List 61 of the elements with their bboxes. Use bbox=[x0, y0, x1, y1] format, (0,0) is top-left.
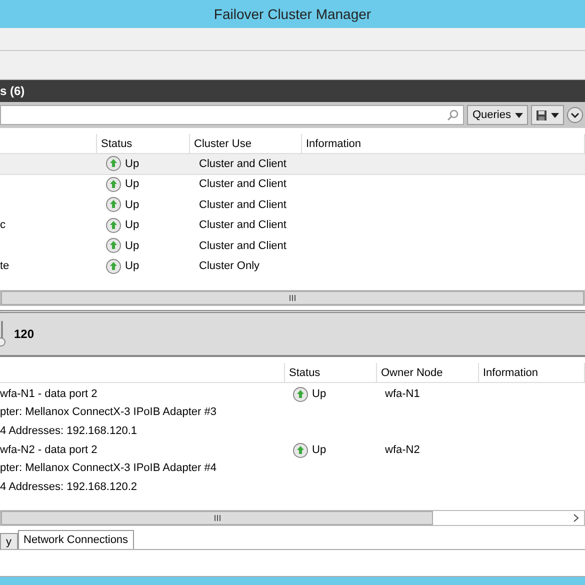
horizontal-scrollbar[interactable] bbox=[0, 510, 585, 526]
search-icon bbox=[447, 109, 460, 121]
caret-icon bbox=[515, 112, 523, 118]
network-name: wfa-N2 - data port 2 bbox=[0, 443, 98, 458]
queries-button[interactable]: Queries bbox=[467, 105, 528, 125]
network-name: te bbox=[0, 260, 10, 272]
status-up-icon bbox=[106, 218, 121, 233]
network-name: wfa-N1 - data port 2 bbox=[0, 387, 98, 402]
status-text: Up bbox=[312, 444, 326, 456]
status-text: Up bbox=[125, 240, 140, 252]
tab[interactable]: y bbox=[0, 533, 18, 549]
status-up-icon bbox=[106, 258, 121, 274]
column-header[interactable]: Status bbox=[285, 363, 377, 383]
expand-button[interactable] bbox=[567, 107, 583, 123]
column-header[interactable]: Owner Node bbox=[377, 363, 479, 383]
status-up-icon bbox=[106, 197, 121, 212]
column-header[interactable]: Status bbox=[97, 134, 190, 154]
addresses-text: 4 Addresses: 192.168.120.1 bbox=[0, 424, 138, 439]
status-text: Up bbox=[312, 388, 326, 400]
adapter-text: pter: Mellanox ConnectX-3 IPoIB Adapter #4 bbox=[0, 461, 218, 476]
status-text: Up bbox=[125, 178, 140, 190]
status-up-icon bbox=[106, 176, 121, 192]
addresses-text: 4 Addresses: 192.168.120.2 bbox=[0, 480, 138, 495]
column-header[interactable]: Information bbox=[479, 363, 585, 383]
cluster-use-text: Cluster and Client bbox=[199, 240, 286, 252]
column-header[interactable]: Information bbox=[302, 134, 585, 154]
network-name: c bbox=[0, 219, 6, 232]
grip-icon bbox=[289, 295, 296, 301]
table-row[interactable]: Up Cluster and Client bbox=[0, 174, 585, 195]
cluster-use-text: Cluster and Client bbox=[199, 178, 286, 190]
status-up-icon bbox=[293, 442, 308, 458]
chevron-down-icon bbox=[571, 112, 579, 118]
column-header[interactable]: Cluster Use bbox=[190, 134, 302, 154]
column-header[interactable] bbox=[0, 134, 97, 154]
window-title: Failover Cluster Manager bbox=[214, 6, 372, 22]
owner-node-label: wfa-N2 bbox=[385, 444, 420, 456]
scroll-right-icon[interactable] bbox=[572, 514, 580, 522]
status-up-icon bbox=[106, 156, 121, 172]
search-field[interactable] bbox=[0, 105, 464, 125]
table-row[interactable]: Up Cluster and Client bbox=[0, 154, 585, 174]
save-icon bbox=[536, 110, 547, 120]
cluster-use-text: Cluster and Client bbox=[199, 198, 286, 211]
scrollbar-thumb[interactable] bbox=[1, 511, 433, 525]
status-text: Up bbox=[125, 158, 140, 170]
status-up-icon bbox=[106, 238, 121, 254]
save-query-button[interactable] bbox=[531, 105, 564, 125]
status-up-icon bbox=[293, 386, 308, 402]
tab[interactable]: Network Connections bbox=[18, 530, 134, 549]
cluster-use-text: Cluster and Client bbox=[199, 219, 286, 232]
panel-title: 120 bbox=[14, 327, 34, 341]
status-text: Up bbox=[125, 198, 140, 211]
cluster-use-text: Cluster Only bbox=[199, 260, 260, 272]
adapter-text: pter: Mellanox ConnectX-3 IPoIB Adapter #3 bbox=[0, 405, 218, 420]
column-header[interactable] bbox=[0, 363, 285, 383]
owner-node-label: wfa-N1 bbox=[385, 388, 420, 400]
caret-icon bbox=[551, 112, 559, 118]
status-text: Up bbox=[125, 260, 140, 272]
status-text: Up bbox=[125, 219, 140, 232]
cluster-use-text: Cluster and Client bbox=[199, 158, 286, 170]
panel-title: s (6) bbox=[0, 84, 25, 98]
grip-icon bbox=[214, 515, 220, 521]
